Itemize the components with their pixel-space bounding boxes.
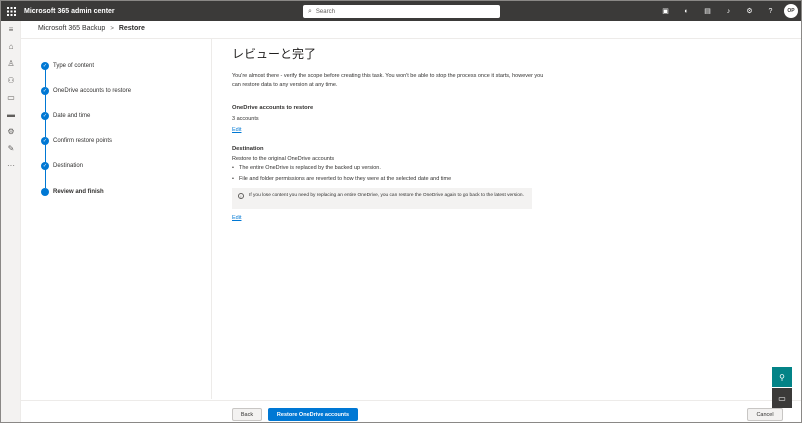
list-item: File and folder permissions are reverted… <box>232 174 451 185</box>
step-type-of-content[interactable]: ✓ Type of content <box>39 53 199 87</box>
destination-value: Restore to the original OneDrive account… <box>232 156 335 162</box>
terminal-icon[interactable]: ▣ <box>655 1 676 21</box>
destination-title: Destination <box>232 146 264 152</box>
check-icon: ✓ <box>41 61 49 70</box>
top-icons: ▣ ◐ ▤ ♪ ⚙ ? OP <box>655 1 799 21</box>
settings-icon[interactable]: ⚙ <box>1 123 21 140</box>
home-icon[interactable]: ⌂ <box>1 38 21 55</box>
intro-text: You're almost there - verify the scope b… <box>232 73 544 88</box>
step-label: OneDrive accounts to restore <box>53 87 132 94</box>
restore-onedrive-button[interactable]: Restore OneDrive accounts <box>268 408 358 421</box>
accounts-title: OneDrive accounts to restore <box>232 105 314 111</box>
step-confirm-restore-points[interactable]: ✓ Confirm restore points <box>39 129 199 163</box>
edit-accounts-link[interactable]: Edit <box>232 127 313 133</box>
help-icon[interactable]: ? <box>760 1 781 21</box>
search-input[interactable]: ⌕ Search <box>303 5 500 18</box>
check-icon: ✓ <box>41 137 49 146</box>
gear-icon[interactable]: ⚙ <box>739 1 760 21</box>
info-icon: i <box>238 193 244 199</box>
step-label: Review and finish <box>53 188 104 195</box>
accounts-value: 3 accounts <box>232 116 259 122</box>
more-icon[interactable]: ··· <box>1 157 21 174</box>
destination-bullets: The entire OneDrive is replaced by the b… <box>232 163 451 184</box>
breadcrumb-backup[interactable]: Microsoft 365 Backup <box>38 25 105 32</box>
main-content: レビューと完了 You're almost there - verify the… <box>232 45 552 89</box>
search-placeholder: Search <box>315 8 335 15</box>
info-message-bar: i If you lose content you need by replac… <box>232 188 532 209</box>
card-icon[interactable]: ▬ <box>1 106 21 123</box>
step-label: Type of content <box>53 62 95 69</box>
header-divider <box>21 38 801 39</box>
groups-icon[interactable]: ⚇ <box>1 72 21 89</box>
cancel-button[interactable]: Cancel <box>747 408 783 421</box>
back-button[interactable]: Back <box>232 408 262 421</box>
search-icon: ⌕ <box>308 8 312 15</box>
help-chat-icon[interactable]: ⚲ <box>772 367 792 387</box>
app-title[interactable]: Microsoft 365 admin center <box>24 8 115 15</box>
check-icon: ✓ <box>41 162 49 171</box>
edit-destination-link[interactable]: Edit <box>232 215 241 221</box>
breadcrumb-separator: > <box>110 25 114 32</box>
step-label: Date and time <box>53 112 91 119</box>
check-icon: ✓ <box>41 86 49 95</box>
current-step-dot-icon <box>41 187 49 196</box>
left-nav: ≡ ⌂ ♙ ⚇ ▭ ▬ ⚙ ✎ ··· <box>1 21 21 422</box>
document-icon[interactable]: ▤ <box>697 1 718 21</box>
list-item: The entire OneDrive is replaced by the b… <box>232 163 451 174</box>
steps-divider <box>211 39 212 399</box>
billing-icon[interactable]: ▭ <box>1 89 21 106</box>
app-launcher-icon[interactable] <box>1 1 21 21</box>
setup-icon[interactable]: ✎ <box>1 140 21 157</box>
step-label: Destination <box>53 163 84 170</box>
page-title: レビューと完了 <box>232 47 317 61</box>
avatar[interactable]: OP <box>784 4 798 18</box>
user-icon[interactable]: ♙ <box>1 55 21 72</box>
step-destination[interactable]: ✓ Destination <box>39 154 199 188</box>
check-icon: ✓ <box>41 111 49 120</box>
sync-icon[interactable]: ◐ <box>676 1 697 21</box>
bell-icon[interactable]: ♪ <box>718 1 739 21</box>
step-label: Confirm restore points <box>53 138 113 145</box>
step-onedrive-accounts[interactable]: ✓ OneDrive accounts to restore <box>39 78 199 113</box>
breadcrumb: Microsoft 365 Backup > Restore <box>38 25 145 32</box>
menu-icon[interactable]: ≡ <box>1 21 21 38</box>
footer-divider <box>21 400 801 401</box>
wizard-steps: ✓ Type of content ✓ OneDrive accounts to… <box>39 53 199 204</box>
top-bar: Microsoft 365 admin center ⌕ Search ▣ ◐ … <box>1 1 801 21</box>
breadcrumb-current: Restore <box>118 25 145 32</box>
destination-section: Destination Restore to the original OneD… <box>232 146 451 184</box>
step-review-and-finish[interactable]: Review and finish <box>39 179 199 204</box>
accounts-section: OneDrive accounts to restore 3 accounts … <box>232 105 313 133</box>
feedback-icon[interactable]: ▭ <box>772 388 792 408</box>
step-date-and-time[interactable]: ✓ Date and time <box>39 103 199 138</box>
info-text: If you lose content you need by replacin… <box>249 193 524 198</box>
